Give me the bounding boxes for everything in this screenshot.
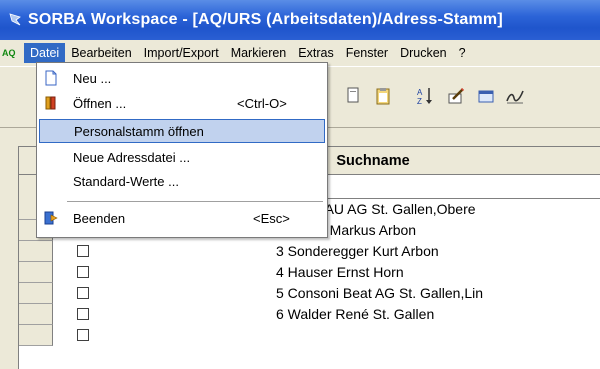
row-suchname: 3 Sonderegger Kurt Arbon	[276, 243, 439, 259]
new-file-icon	[45, 70, 57, 86]
menu-help[interactable]: ?	[453, 43, 472, 63]
menu-fenster[interactable]: Fenster	[340, 43, 394, 63]
menu-item-shortcut: <Ctrl-O>	[237, 95, 287, 111]
signature-icon[interactable]	[504, 85, 526, 107]
menu-item-label: Beenden	[73, 210, 126, 226]
menu-item-shortcut: <Esc>	[253, 210, 290, 226]
row-selector[interactable]	[19, 304, 53, 325]
menu-item-neue-adressdatei[interactable]: Neue Adressdatei ...	[39, 145, 325, 169]
menu-import-export[interactable]: Import/Export	[138, 43, 225, 63]
menu-item-neu[interactable]: Neu ...	[39, 66, 325, 90]
row-selector[interactable]	[19, 283, 53, 304]
clipboard-icon[interactable]	[372, 85, 394, 107]
table-icon[interactable]	[475, 85, 497, 107]
menu-bearbeiten[interactable]: Bearbeiten	[65, 43, 137, 63]
menu-item-oeffnen[interactable]: Öffnen ... <Ctrl-O>	[39, 91, 325, 115]
exit-icon	[44, 211, 58, 225]
open-book-icon	[45, 96, 56, 110]
menu-markieren[interactable]: Markieren	[225, 43, 293, 63]
sort-az-icon[interactable]: A Z	[414, 85, 436, 107]
menu-separator	[67, 201, 323, 202]
menu-item-label: Öffnen ...	[73, 95, 127, 111]
menu-item-label: Standard-Werte ...	[73, 173, 179, 189]
menu-item-personalstamm-oeffnen[interactable]: Personalstamm öffnen	[39, 119, 325, 143]
menu-drucken[interactable]: Drucken	[394, 43, 453, 63]
row-checkbox[interactable]	[77, 308, 89, 320]
menu-item-label: Personalstamm öffnen	[74, 123, 204, 139]
aq-menu-icon[interactable]: AQ	[2, 46, 20, 60]
row-suchname: 5 Consoni Beat AG St. Gallen,Lin	[276, 285, 484, 301]
row-checkbox[interactable]	[77, 329, 89, 341]
window-title: SORBA Workspace - [AQ/URS (Arbeitsdaten)…	[28, 11, 503, 28]
svg-text:Z: Z	[417, 97, 422, 106]
table-row[interactable]: 3 Sonderegger Kurt Arbon	[19, 241, 600, 262]
datei-menu-dropdown: Neu ... Öffnen ... <Ctrl-O> Personalstam…	[36, 62, 328, 238]
menu-item-standard-werte[interactable]: Standard-Werte ...	[39, 169, 325, 193]
edit-icon[interactable]	[445, 85, 467, 107]
document-icon[interactable]	[342, 85, 364, 107]
title-bar[interactable]: SORBA Workspace - [AQ/URS (Arbeitsdaten)…	[0, 0, 600, 40]
row-selector[interactable]	[19, 262, 53, 283]
row-selector[interactable]	[19, 241, 53, 262]
row-suchname: 6 Walder René St. Gallen	[276, 306, 435, 322]
row-selector[interactable]	[19, 325, 53, 346]
menu-item-beenden[interactable]: Beenden <Esc>	[39, 206, 325, 230]
row-checkbox[interactable]	[77, 266, 89, 278]
row-checkbox[interactable]	[77, 287, 89, 299]
table-row[interactable]	[19, 325, 600, 346]
table-row[interactable]: 4 Hauser Ernst Horn	[19, 262, 600, 283]
row-suchname: 4 Hauser Ernst Horn	[276, 264, 404, 280]
svg-text:A: A	[417, 88, 423, 97]
menu-item-label: Neu ...	[73, 70, 112, 86]
app-icon	[9, 13, 21, 26]
menu-item-label: Neue Adressdatei ...	[73, 149, 191, 165]
menu-datei[interactable]: Datei	[24, 43, 66, 63]
menu-extras[interactable]: Extras	[292, 43, 339, 63]
table-row[interactable]: 5 Consoni Beat AG St. Gallen,Lin	[19, 283, 600, 304]
table-row[interactable]: 6 Walder René St. Gallen	[19, 304, 600, 325]
row-checkbox[interactable]	[77, 245, 89, 257]
